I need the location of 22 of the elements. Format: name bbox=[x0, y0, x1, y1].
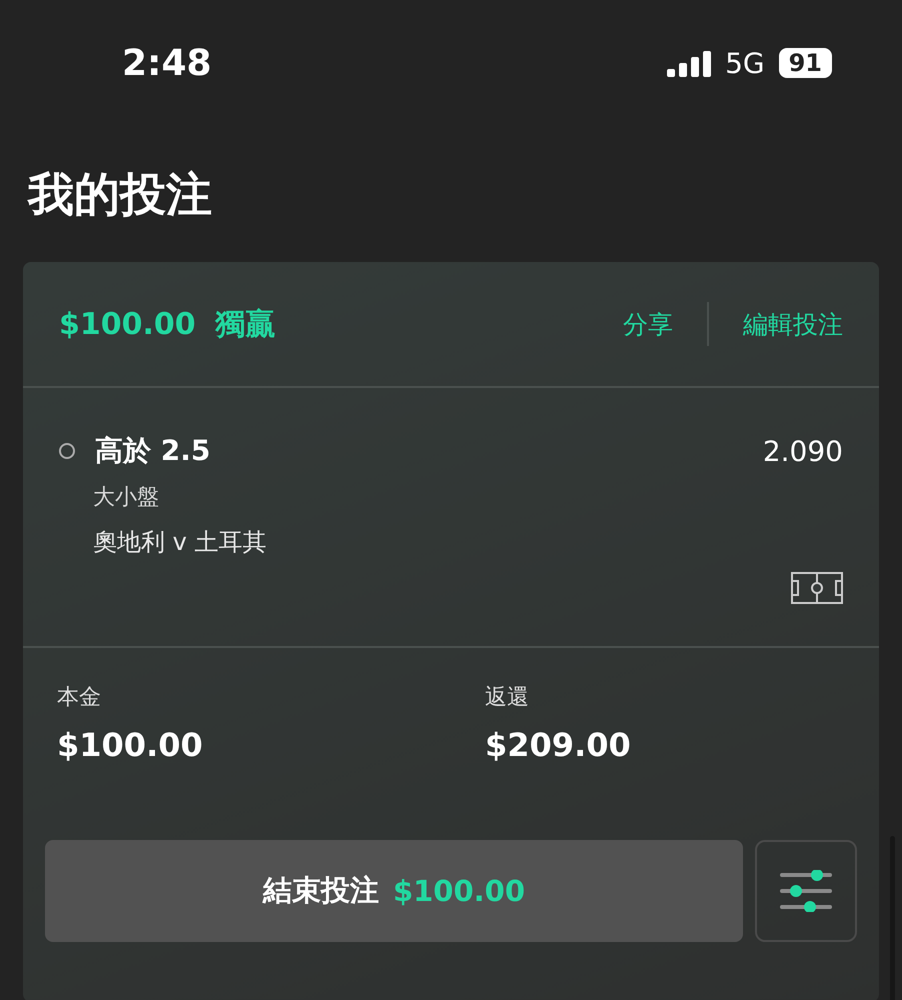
settings-button[interactable] bbox=[755, 840, 857, 942]
odds-value: 2.090 bbox=[762, 434, 843, 468]
status-dot-icon bbox=[59, 443, 75, 459]
summary-value: $100.00 bbox=[57, 726, 204, 764]
bet-stake: $100.00 bbox=[59, 306, 196, 342]
summary-label: 本金 bbox=[57, 684, 102, 712]
football-pitch-icon bbox=[791, 572, 843, 604]
signal-icon bbox=[667, 49, 712, 77]
battery-level: 91 bbox=[778, 48, 832, 78]
edit-bet-link[interactable]: 編輯投注 bbox=[743, 308, 843, 340]
network-label: 5G bbox=[725, 46, 765, 80]
summary-value: $209.00 bbox=[485, 726, 632, 764]
sliders-icon bbox=[780, 870, 832, 912]
clock-time: 2:48 bbox=[122, 42, 212, 84]
summary-label: 返還 bbox=[485, 684, 530, 712]
bet-type: 獨贏 bbox=[216, 306, 276, 344]
market-name: 大小盤 bbox=[93, 484, 160, 512]
page-title: 我的投注 bbox=[26, 166, 213, 223]
selection-name: 高於 2.5 bbox=[95, 433, 210, 469]
share-link[interactable]: 分享 bbox=[623, 308, 673, 340]
cash-out-button[interactable]: 結束投注 $100.00 bbox=[45, 840, 743, 942]
event-name: 奧地利 v 土耳其 bbox=[93, 527, 268, 558]
